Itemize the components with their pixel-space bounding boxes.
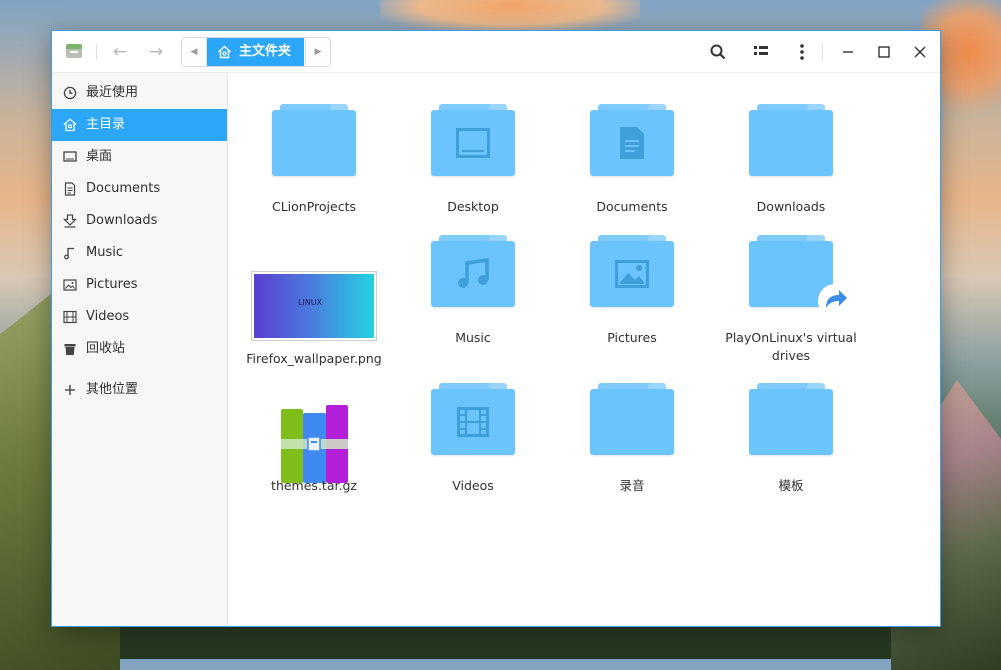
forward-button[interactable]: → — [145, 41, 167, 63]
thumbnail-text: LINUX — [298, 298, 323, 307]
video-icon — [63, 310, 77, 324]
file-name: themes.tar.gz — [271, 478, 357, 493]
file-name: Desktop — [447, 199, 499, 214]
sidebar-item-label: Pictures — [86, 277, 138, 292]
search-icon[interactable] — [708, 42, 728, 62]
sidebar-item-recent[interactable]: 最近使用 — [52, 77, 227, 109]
music-emblem-icon — [458, 258, 489, 288]
file-name: Pictures — [607, 330, 657, 345]
document-icon — [64, 182, 76, 196]
sidebar-item-music[interactable]: Music — [52, 237, 227, 269]
home-icon — [218, 45, 231, 59]
plus-icon — [65, 385, 75, 395]
menu-icon[interactable] — [792, 42, 812, 62]
file-name: 模板 — [778, 478, 804, 493]
folder-icon — [272, 104, 356, 176]
folder-icon — [590, 383, 674, 455]
sidebar-item-label: Videos — [86, 309, 130, 324]
wallpaper-cloud — [380, 0, 640, 32]
breadcrumb: ◀ 主文件夹 ▶ — [181, 37, 331, 67]
sidebar-item-label: 最近使用 — [86, 85, 139, 100]
sidebar-item-other-locations[interactable]: 其他位置 — [52, 374, 227, 406]
separator — [96, 44, 97, 60]
breadcrumb-label: 主文件夹 — [239, 44, 292, 59]
file-name: Downloads — [756, 199, 826, 214]
sidebar-item-trash[interactable]: 回收站 — [52, 333, 227, 365]
breadcrumb-item-home[interactable]: 主文件夹 — [207, 38, 304, 66]
sidebar: 最近使用 主目录 桌面 Documents Downloads Music Pi… — [52, 73, 228, 626]
file-name: PlayOnLinux's virtual drives — [725, 330, 857, 363]
music-icon — [64, 247, 74, 260]
download-icon — [63, 214, 77, 228]
sidebar-item-label: 其他位置 — [86, 382, 139, 397]
sidebar-item-label: Music — [86, 245, 123, 260]
desktop-icon — [63, 151, 77, 162]
folder-icon — [431, 104, 515, 176]
breadcrumb-prev-button[interactable]: ◀ — [182, 38, 207, 66]
sidebar-item-home[interactable]: 主目录 — [52, 109, 227, 141]
breadcrumb-next-button[interactable]: ▶ — [305, 38, 330, 66]
folder-icon — [590, 104, 674, 176]
trash-icon — [64, 344, 76, 355]
sidebar-item-label: 回收站 — [86, 341, 126, 356]
folder-icon — [590, 235, 674, 307]
file-name: 录音 — [619, 478, 645, 493]
file-name: Music — [455, 330, 491, 345]
picture-icon — [63, 279, 77, 291]
file-manager-window: ← → ◀ 主文件夹 ▶ 最近使用 主目录 桌面 Documents Downl… — [51, 30, 941, 627]
document-emblem-icon — [620, 127, 644, 159]
image-thumbnail: LINUX — [251, 271, 377, 341]
sidebar-item-label: 主目录 — [86, 117, 126, 132]
folder-icon — [749, 104, 833, 176]
sidebar-item-downloads[interactable]: Downloads — [52, 205, 227, 237]
sidebar-item-desktop[interactable]: 桌面 — [52, 141, 227, 173]
folder-icon — [749, 383, 833, 455]
sidebar-item-documents[interactable]: Documents — [52, 173, 227, 205]
file-grid: CLionProjects Desktop Documents Download… — [228, 73, 940, 626]
folder-icon — [431, 235, 515, 307]
file-name: Documents — [596, 199, 668, 214]
maximize-icon[interactable] — [874, 42, 894, 62]
home-icon — [63, 118, 77, 132]
desktop-emblem-icon — [456, 128, 490, 158]
sidebar-item-label: Downloads — [86, 213, 158, 228]
separator — [822, 44, 823, 60]
picture-emblem-icon — [615, 260, 649, 288]
back-button[interactable]: ← — [109, 41, 131, 63]
file-name: Firefox_wallpaper.png — [246, 351, 382, 366]
archive-icon — [281, 405, 348, 483]
clock-icon — [63, 86, 77, 100]
view-mode-icon[interactable] — [751, 42, 771, 62]
file-name: Videos — [452, 478, 494, 493]
titlebar: ← → ◀ 主文件夹 ▶ — [52, 31, 940, 73]
folder-icon — [431, 383, 515, 455]
file-name: CLionProjects — [271, 199, 356, 214]
symlink-arrow-icon — [818, 284, 852, 318]
close-icon[interactable] — [910, 42, 930, 62]
minimize-icon[interactable] — [838, 42, 858, 62]
video-emblem-icon — [457, 407, 489, 437]
sidebar-item-label: Documents — [86, 181, 161, 196]
sidebar-item-videos[interactable]: Videos — [52, 301, 227, 333]
app-icon[interactable] — [66, 44, 82, 58]
sidebar-item-label: 桌面 — [86, 149, 113, 164]
sidebar-item-pictures[interactable]: Pictures — [52, 269, 227, 301]
